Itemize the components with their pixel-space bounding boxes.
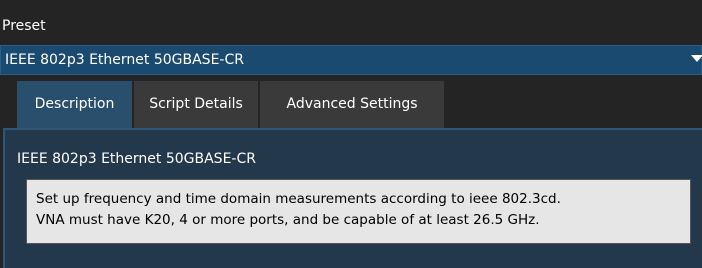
preset-dropdown[interactable]: IEEE 802p3 Ethernet 50GBASE-CR <box>0 45 702 75</box>
description-text-box: Set up frequency and time domain measure… <box>26 179 691 244</box>
tab-description[interactable]: Description <box>17 81 132 128</box>
preset-selected-value: IEEE 802p3 Ethernet 50GBASE-CR <box>5 52 244 68</box>
preset-label: Preset <box>2 18 46 34</box>
chevron-down-icon[interactable] <box>691 55 702 62</box>
preset-title: IEEE 802p3 Ethernet 50GBASE-CR <box>17 151 256 167</box>
tab-advanced-settings[interactable]: Advanced Settings <box>260 81 444 128</box>
description-line-2: VNA must have K20, 4 or more ports, and … <box>36 212 540 228</box>
tab-script-details[interactable]: Script Details <box>134 81 258 128</box>
description-line-1: Set up frequency and time domain measure… <box>36 191 561 207</box>
